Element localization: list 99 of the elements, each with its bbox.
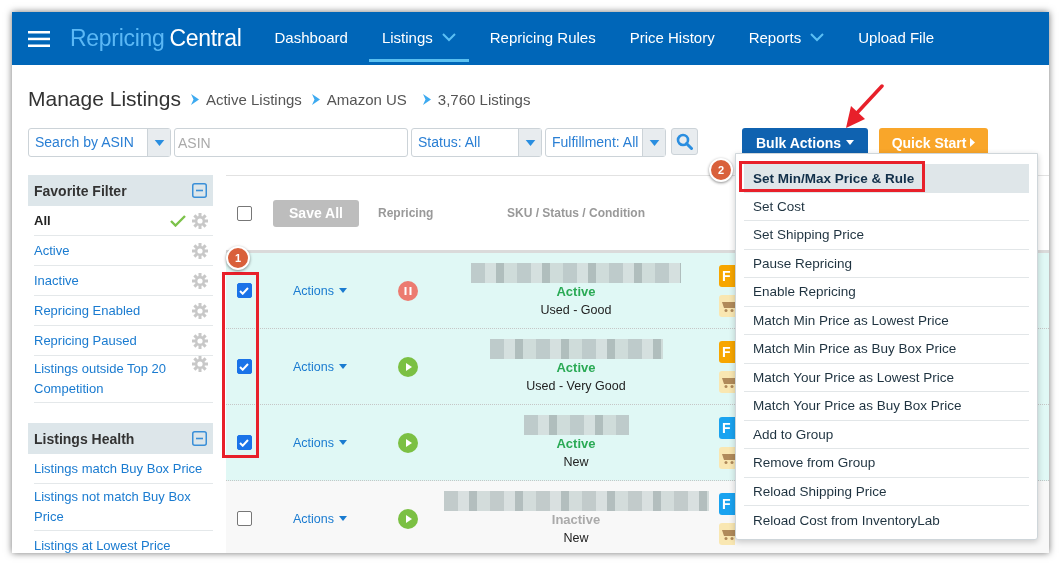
caret-icon [846, 140, 854, 145]
nav-tab[interactable]: Dashboard [261, 15, 361, 62]
checkbox[interactable] [236, 511, 252, 526]
condition-text: Used - Good [540, 302, 612, 319]
page-title: Manage Listings [28, 87, 181, 111]
nav-tab[interactable]: Price History [616, 15, 728, 62]
fulfillment-select[interactable]: Fulfillment: All [545, 128, 666, 157]
gear-icon[interactable] [192, 356, 208, 372]
gear-icon[interactable] [192, 302, 208, 319]
caret-icon [339, 288, 347, 293]
section-title: Listings Health [34, 430, 135, 447]
caret-icon [339, 364, 347, 369]
cart-icon [719, 371, 735, 393]
nav-tab[interactable]: Upload File [845, 15, 948, 62]
gear-icon[interactable] [192, 242, 208, 259]
column-header: SKU / Status / Condition [507, 206, 645, 220]
checkbox[interactable] [236, 283, 252, 298]
status-text: Active [556, 283, 596, 301]
step-marker: 2 [709, 158, 733, 182]
collapse-icon[interactable] [192, 431, 207, 446]
fulfillment-badge: F [719, 417, 735, 439]
actions-link[interactable]: Actions [293, 359, 347, 374]
checkbox[interactable] [236, 205, 252, 221]
filter-link[interactable]: Listings outside Top 20 Competition [34, 356, 186, 402]
menu-item[interactable]: Match Min Price as Buy Box Price [744, 335, 1029, 364]
menu-item[interactable]: Set Cost [744, 192, 1029, 221]
menu-item[interactable]: Enable Repricing [744, 278, 1029, 307]
filter-link[interactable]: Listings at Lowest Price [34, 532, 208, 553]
asin-field[interactable]: ASIN [174, 128, 408, 157]
play-icon [970, 138, 976, 147]
menu-item[interactable]: Reload Shipping Price [744, 477, 1029, 506]
menu-item[interactable]: Set Min/Max Price & Rule [744, 164, 1029, 193]
actions-link[interactable]: Actions [293, 511, 347, 526]
nav-tab[interactable]: Listings [368, 15, 469, 62]
status-select[interactable]: Status: All [411, 128, 542, 157]
caret-icon [524, 139, 536, 146]
collapse-icon[interactable] [192, 183, 207, 198]
play-icon[interactable] [398, 356, 418, 377]
breadcrumb-item[interactable]: Amazon US [326, 90, 407, 108]
filter-link[interactable]: Inactive [34, 267, 186, 294]
search-type-select[interactable]: Search by ASIN [28, 128, 171, 157]
checkbox[interactable] [236, 359, 252, 374]
status-text: Inactive [551, 511, 601, 529]
gear-icon[interactable] [192, 332, 208, 349]
menu-item[interactable]: Pause Repricing [744, 249, 1029, 278]
checkbox[interactable] [236, 435, 252, 450]
menu-icon[interactable] [28, 30, 50, 47]
menu-item[interactable]: Remove from Group [744, 449, 1029, 478]
chevron-down-icon [441, 32, 456, 42]
cart-icon [719, 447, 735, 469]
play-icon[interactable] [398, 432, 418, 453]
status-text: Active [556, 359, 596, 377]
pointer-arrow [846, 84, 884, 128]
filter-link[interactable]: Listings match Buy Box Price [34, 455, 208, 482]
chevron-down-icon [810, 32, 825, 42]
caret-icon [648, 139, 660, 146]
actions-link[interactable]: Actions [293, 283, 347, 298]
menu-item[interactable]: Reload Cost from InventoryLab [744, 506, 1029, 535]
condition-text: New [563, 454, 589, 471]
menu-item[interactable]: Set Shipping Price [744, 221, 1029, 250]
menu-item[interactable]: Match Your Price as Lowest Price [744, 363, 1029, 392]
column-header: Repricing [378, 206, 435, 220]
search-button[interactable] [671, 128, 698, 155]
gear-icon[interactable] [192, 272, 208, 289]
condition-text: Used - Very Good [526, 378, 626, 395]
nav-tab[interactable]: Reports [735, 15, 838, 62]
nav-tab[interactable]: Repricing Rules [476, 15, 609, 62]
brand-logo: Repricing Central [70, 25, 242, 52]
pause-icon[interactable] [398, 280, 418, 301]
breadcrumb-item[interactable]: 3,760 Listings [437, 90, 531, 108]
gear-icon[interactable] [192, 212, 208, 229]
check-icon [170, 214, 186, 227]
menu-item[interactable]: Add to Group [744, 420, 1029, 449]
filter-link[interactable]: All [34, 207, 164, 234]
filter-link[interactable]: Listings not match Buy Box Price [34, 484, 208, 530]
menu-item[interactable]: Match Your Price as Buy Box Price [744, 392, 1029, 421]
caret-icon [339, 440, 347, 445]
caret-icon [153, 139, 165, 146]
menu-item[interactable]: Match Min Price as Lowest Price [744, 306, 1029, 335]
cart-icon [719, 523, 735, 545]
chevron-right-icon [421, 93, 431, 105]
breadcrumb-item[interactable]: Active Listings [205, 90, 302, 108]
cart-icon [719, 295, 735, 317]
caret-icon [339, 516, 347, 521]
fulfillment-badge: F [719, 341, 735, 363]
step-marker: 1 [226, 246, 250, 270]
play-icon[interactable] [398, 508, 418, 529]
filter-link[interactable]: Repricing Enabled [34, 297, 186, 324]
chevron-right-icon [189, 93, 199, 105]
search-icon [676, 133, 693, 150]
filter-link[interactable]: Repricing Paused [34, 327, 186, 354]
filter-link[interactable]: Active [34, 237, 186, 264]
condition-text: New [563, 530, 589, 547]
section-title: Favorite Filter [34, 182, 127, 199]
status-text: Active [556, 435, 596, 453]
actions-link[interactable]: Actions [293, 435, 347, 450]
chevron-right-icon [310, 93, 320, 105]
fulfillment-badge: F [719, 493, 735, 515]
fulfillment-badge: F [719, 265, 735, 287]
